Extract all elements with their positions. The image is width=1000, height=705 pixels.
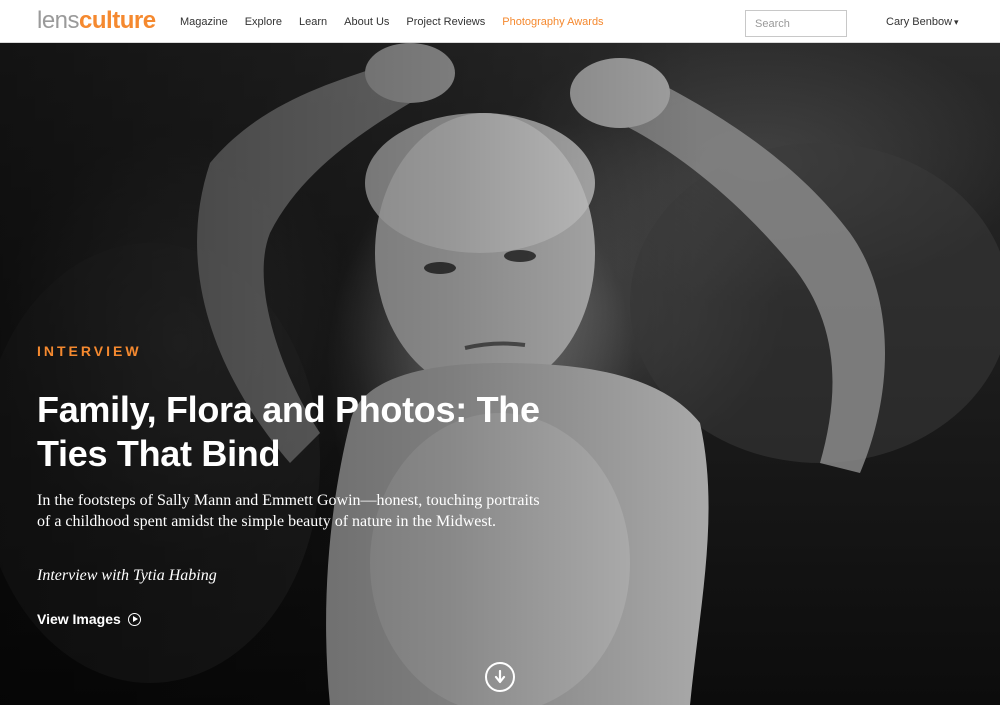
logo-text-lens: lens: [37, 7, 80, 34]
article-byline: Interview with Tytia Habing: [37, 567, 217, 584]
user-name: Cary Benbow: [886, 16, 953, 28]
hero-text-overlay: [0, 43, 1000, 705]
article-title[interactable]: Family, Flora and Photos: The Ties That …: [37, 388, 577, 476]
lensculture-logo[interactable]: lensculture: [37, 6, 156, 36]
nav-project-reviews[interactable]: Project Reviews: [406, 16, 485, 28]
nav-learn[interactable]: Learn: [299, 16, 327, 28]
hero-feature: INTERVIEW Family, Flora and Photos: The …: [0, 43, 1000, 705]
nav-explore[interactable]: Explore: [245, 16, 282, 28]
article-category: INTERVIEW: [37, 343, 142, 359]
arrow-down-icon: [494, 670, 506, 684]
user-menu[interactable]: Cary Benbow ▾: [886, 16, 959, 28]
caret-down-icon: ▾: [954, 16, 959, 27]
search-input[interactable]: [745, 10, 847, 37]
article-description: In the footsteps of Sally Mann and Emmet…: [37, 492, 540, 530]
main-nav: Magazine Explore Learn About Us Project …: [180, 0, 621, 43]
view-images-label: View Images: [37, 611, 121, 627]
logo-text-culture: culture: [79, 7, 156, 34]
nav-photography-awards[interactable]: Photography Awards: [502, 16, 603, 28]
scroll-down-button[interactable]: [485, 662, 515, 692]
play-circle-icon: [127, 612, 141, 626]
nav-about-us[interactable]: About Us: [344, 16, 389, 28]
nav-magazine[interactable]: Magazine: [180, 16, 228, 28]
top-navigation-bar: lensculture Magazine Explore Learn About…: [0, 0, 1000, 43]
view-images-link[interactable]: View Images: [37, 611, 141, 627]
